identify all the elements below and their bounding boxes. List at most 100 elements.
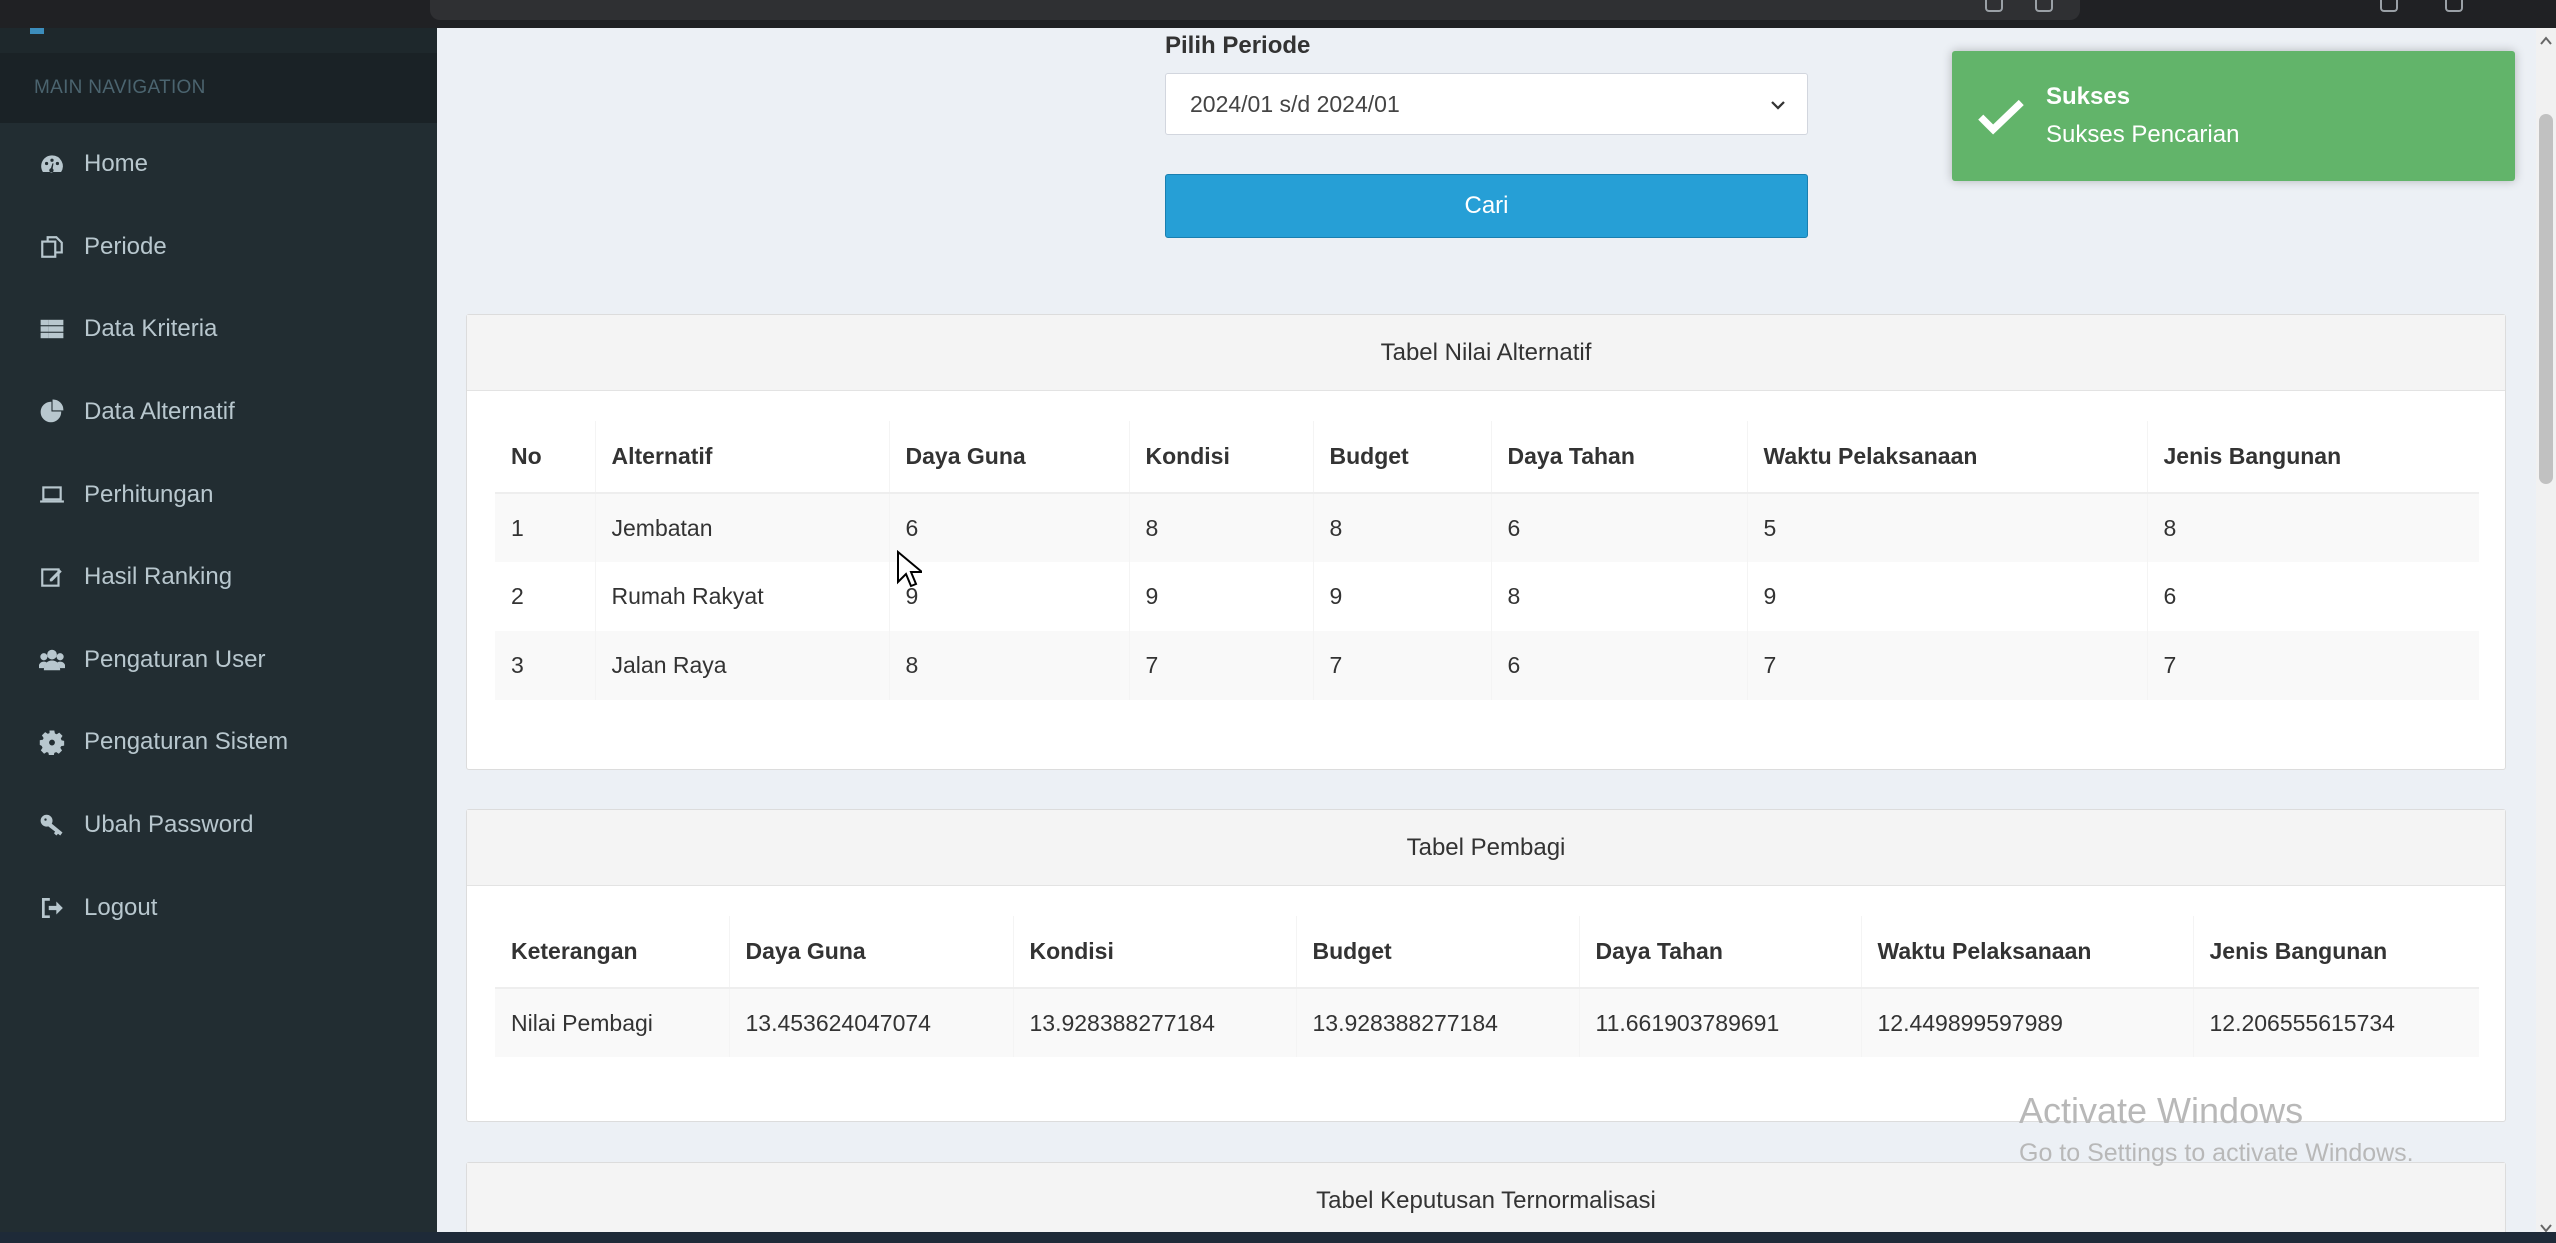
table-cell: 8: [888, 631, 1129, 700]
sidebar-item-home[interactable]: Home: [0, 123, 437, 206]
sidebar-item-label: Periode: [84, 232, 167, 260]
pembagi-table: Keterangan Daya Guna Kondisi Budget Daya…: [495, 916, 2479, 1057]
sidebar-item-label: Logout: [84, 893, 158, 921]
table-cell: 9: [888, 562, 1129, 631]
sidebar-item-pengaturan-user[interactable]: Pengaturan User: [0, 619, 437, 702]
sidebar-item-data-kriteria[interactable]: Data Kriteria: [0, 288, 437, 371]
table-cell: 6: [1490, 493, 1747, 562]
table-cell: 9: [1312, 562, 1491, 631]
gear-icon: [38, 728, 66, 756]
main-content: Pilih Periode 2024/01 s/d 2024/01 Cari T…: [437, 28, 2536, 1243]
table-cell: 8: [1490, 562, 1747, 631]
chevron-down-icon: [1771, 101, 1785, 110]
pembagi-table-box: Tabel Pembagi Keterangan Daya Guna Kondi…: [466, 809, 2506, 1122]
table-cell: 1: [495, 493, 595, 562]
search-button[interactable]: Cari: [1165, 174, 1808, 238]
column-header: Kondisi: [1128, 421, 1313, 494]
sidebar-item-label: Hasil Ranking: [84, 563, 233, 591]
table-cell: 6: [888, 493, 1129, 562]
page-scrollbar[interactable]: [2536, 28, 2556, 1243]
check-icon: [1978, 99, 2024, 135]
table-cell: 3: [495, 631, 595, 700]
copy-icon: [38, 233, 66, 261]
table-cell: 6: [1490, 631, 1747, 700]
table-cell: 8: [1312, 493, 1491, 562]
grid-icon: [38, 315, 66, 343]
table-row: 3 Jalan Raya 8 7 7 6 7 7: [495, 631, 2479, 700]
column-header: Daya Guna: [728, 916, 1013, 989]
column-header: Waktu Pelaksanaan: [1860, 916, 2193, 989]
sidebar-item-perhitungan[interactable]: Perhitungan: [0, 453, 437, 536]
table-cell: Rumah Rakyat: [594, 562, 889, 631]
table-cell: 6: [2146, 562, 2479, 631]
pembagi-table-title: Tabel Pembagi: [467, 810, 2505, 886]
period-label: Pilih Periode: [1165, 32, 1311, 59]
sidebar-item-data-alternatif[interactable]: Data Alternatif: [0, 371, 437, 454]
sidebar-item-periode[interactable]: Periode: [0, 206, 437, 289]
sidebar-logo-strip: [0, 28, 437, 53]
table-cell: 13.453624047074: [728, 988, 1013, 1057]
table-cell: 13.928388277184: [1295, 988, 1579, 1057]
table-header-row: No Alternatif Daya Guna Kondisi Budget D…: [495, 421, 2479, 494]
table-cell: 12.206555615734: [2192, 988, 2479, 1057]
toast-message: Sukses Pencarian: [2046, 121, 2240, 148]
table-cell: 7: [1746, 631, 2147, 700]
toast-title: Sukses: [2046, 83, 2131, 110]
column-header: Daya Tahan: [1578, 916, 1861, 989]
os-taskbar: [0, 1232, 2556, 1243]
sidebar-item-label: Home: [84, 150, 149, 178]
alternatif-table-title: Tabel Nilai Alternatif: [467, 315, 2505, 391]
table-header-row: Keterangan Daya Guna Kondisi Budget Daya…: [495, 916, 2479, 989]
column-header: Jenis Bangunan: [2146, 421, 2479, 494]
table-cell: 8: [2146, 493, 2479, 562]
column-header: Jenis Bangunan: [2192, 916, 2479, 989]
table-cell: Jembatan: [594, 493, 889, 562]
key-icon: [38, 811, 66, 839]
sidebar-item-hasil-ranking[interactable]: Hasil Ranking: [0, 536, 437, 619]
sidebar-item-ubah-password[interactable]: Ubah Password: [0, 784, 437, 867]
table-cell: 11.661903789691: [1578, 988, 1861, 1057]
scroll-up-icon[interactable]: [2540, 36, 2552, 46]
download-icon[interactable]: [1985, 0, 2003, 12]
settings-icon[interactable]: [2445, 0, 2463, 12]
extensions-icon[interactable]: [2035, 0, 2053, 12]
profile-icon[interactable]: [2380, 0, 2398, 12]
scrollbar-thumb[interactable]: [2539, 114, 2553, 484]
table-cell: Jalan Raya: [594, 631, 889, 700]
table-cell: 13.928388277184: [1012, 988, 1296, 1057]
column-header: Kondisi: [1012, 916, 1296, 989]
column-header: Budget: [1312, 421, 1491, 494]
table-cell: 9: [1746, 562, 2147, 631]
normalisasi-table-title: Tabel Keputusan Ternormalisasi: [467, 1163, 2505, 1239]
sidebar-item-label: Ubah Password: [84, 811, 254, 839]
laptop-icon: [38, 481, 66, 509]
browser-toolbar: [0, 0, 2556, 28]
sidebar-item-label: Perhitungan: [84, 480, 214, 508]
mouse-cursor-icon: [897, 550, 922, 588]
table-cell: 2: [511, 583, 524, 609]
column-header: No: [495, 421, 595, 494]
sidebar-item-logout[interactable]: Logout: [0, 866, 437, 949]
address-bar[interactable]: [430, 0, 2080, 20]
table-cell: 7: [2146, 631, 2479, 700]
column-header: Keterangan: [495, 916, 729, 989]
column-header: Waktu Pelaksanaan: [1746, 421, 2147, 494]
sidebar-item-pengaturan-sistem[interactable]: Pengaturan Sistem: [0, 701, 437, 784]
column-header: Budget: [1295, 916, 1579, 989]
pie-chart-icon: [38, 398, 66, 426]
period-select[interactable]: 2024/01 s/d 2024/01: [1165, 73, 1808, 135]
period-select-value: 2024/01 s/d 2024/01: [1190, 91, 1400, 117]
table-cell: 12.449899597989: [1860, 988, 2193, 1057]
sidebar-item-label: Data Kriteria: [84, 315, 218, 343]
normalisasi-table-box: Tabel Keputusan Ternormalisasi: [466, 1162, 2506, 1243]
table-row: Nilai Pembagi 13.453624047074 13.9283882…: [495, 988, 2479, 1057]
table-cell: 7: [1128, 631, 1313, 700]
sidebar-item-label: Pengaturan User: [84, 645, 266, 673]
column-header: Daya Guna: [888, 421, 1129, 494]
success-toast[interactable]: Sukses Sukses Pencarian: [1952, 51, 2515, 181]
nav-header: MAIN NAVIGATION: [0, 53, 437, 123]
windows-watermark-subtitle: Go to Settings to activate Windows.: [2019, 1139, 2414, 1167]
users-icon: [38, 646, 66, 674]
table-cell: 5: [1746, 493, 2147, 562]
dashboard-icon: [38, 150, 66, 178]
